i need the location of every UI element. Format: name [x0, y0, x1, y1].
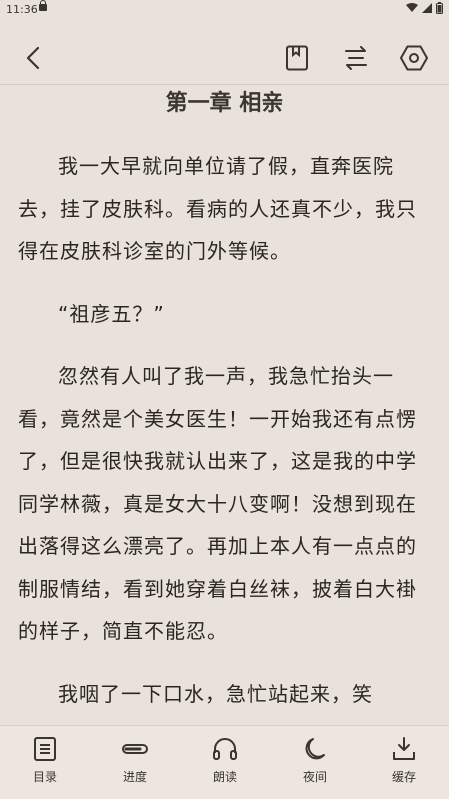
- wifi-icon: [406, 3, 418, 12]
- status-icons: [406, 2, 443, 14]
- nav-label: 朗读: [212, 770, 237, 784]
- progress-icon: [122, 744, 148, 754]
- status-time: 11:36: [6, 3, 38, 16]
- paragraph: 忽然有人叫了我一声，我急忙抬头一看，竟然是个美女医生！一开始我还有点愣了，但是很…: [18, 364, 417, 643]
- chapter-title: 第一章 相亲: [165, 91, 284, 116]
- swap-icon: [345, 46, 367, 70]
- lock-icon: [39, 0, 47, 11]
- bookmark-icon: [286, 45, 308, 71]
- switch-source-button[interactable]: [338, 40, 374, 76]
- status-bar: 11:36: [0, 0, 449, 18]
- nav-label: 进度: [122, 770, 147, 784]
- battery-icon: [436, 2, 443, 14]
- settings-icon: [400, 45, 428, 71]
- nav-item-progress[interactable]: 进度: [100, 734, 170, 785]
- nav-item-cache[interactable]: 缓存: [369, 734, 439, 785]
- list-icon: [34, 737, 56, 761]
- nav-label: 夜间: [302, 770, 327, 784]
- moon-icon: [305, 738, 325, 760]
- chapter-content[interactable]: 我一大早就向单位请了假，直奔医院去，挂了皮肤科。看病的人还真不少，我只得在皮肤科…: [18, 145, 432, 735]
- download-icon: [393, 737, 415, 760]
- nav-item-read-aloud[interactable]: 朗读: [190, 734, 260, 785]
- headphones-icon: [213, 738, 237, 760]
- nav-item-night-mode[interactable]: 夜间: [280, 734, 350, 785]
- back-icon: [26, 46, 40, 70]
- settings-button[interactable]: [396, 40, 432, 76]
- bookmark-button[interactable]: [279, 40, 315, 76]
- reader-toolbar: [0, 18, 449, 85]
- paragraph: “祖彦五？”: [58, 301, 165, 326]
- nav-label: 目录: [32, 770, 57, 784]
- back-button[interactable]: [16, 40, 52, 76]
- nav-label: 缓存: [391, 770, 416, 784]
- bottom-nav: 目录 进度 朗读 夜间 缓存: [0, 725, 449, 799]
- paragraph: 我一大早就向单位请了假，直奔医院去，挂了皮肤科。看病的人还真不少，我只得在皮肤科…: [18, 154, 417, 263]
- nav-item-catalog[interactable]: 目录: [10, 734, 80, 785]
- signal-icon: [422, 3, 432, 13]
- paragraph: 我咽了一下口水，急忙站起来，笑: [58, 681, 373, 706]
